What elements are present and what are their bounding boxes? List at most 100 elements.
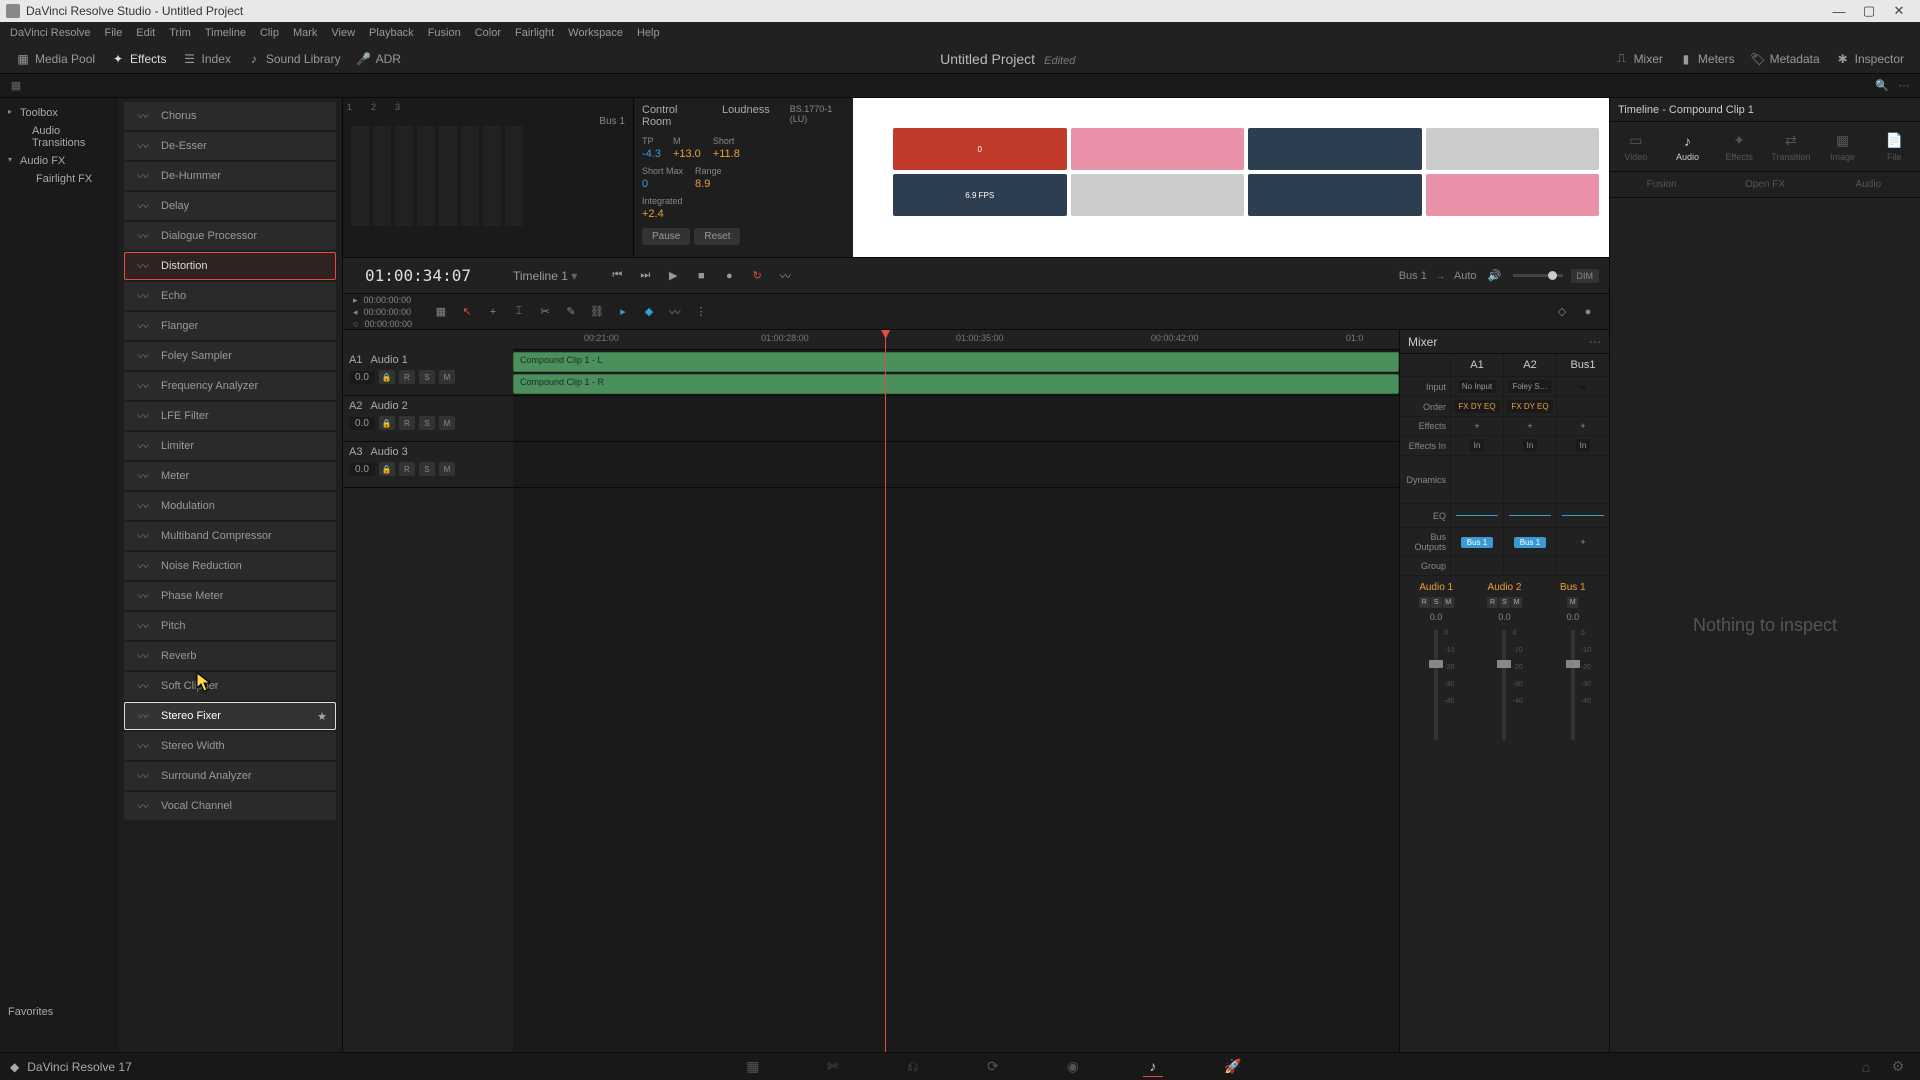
fx-item-foley-sampler[interactable]: 〰Foley Sampler [124, 342, 336, 370]
record-arm-button[interactable]: R [399, 370, 415, 384]
mixer-cell[interactable]: In [1556, 436, 1609, 456]
fx-item-echo[interactable]: 〰Echo [124, 282, 336, 310]
prev-button[interactable]: ⏮ [607, 266, 627, 286]
mixer-cell[interactable] [1556, 377, 1609, 397]
mixer-channel-header[interactable]: Bus1 [1556, 354, 1609, 377]
fader-1[interactable]: Audio 1RSM0.00-10-20-30-40 [1402, 582, 1470, 740]
marker-blue-icon[interactable]: ◆ [638, 301, 660, 323]
pause-button[interactable]: Pause [642, 228, 690, 245]
track-header-a1[interactable]: A1Audio 10.0🔒RSM [343, 350, 513, 396]
mixer-cell[interactable] [1450, 504, 1503, 528]
menu-edit[interactable]: Edit [136, 27, 155, 39]
lock-icon[interactable]: 🔒 [379, 462, 395, 476]
lock-icon[interactable]: 🔒 [379, 370, 395, 384]
waveform-icon[interactable]: 〰 [664, 301, 686, 323]
fx-item-limiter[interactable]: 〰Limiter [124, 432, 336, 460]
color-page-icon[interactable]: ◉ [1063, 1057, 1083, 1077]
inspector-toggle[interactable]: ✱Inspector [1828, 48, 1912, 70]
menu-trim[interactable]: Trim [169, 27, 191, 39]
favorites-label[interactable]: Favorites [8, 1006, 53, 1018]
snap-icon[interactable]: ⋮ [690, 301, 712, 323]
mixer-cell[interactable] [1556, 456, 1609, 504]
maximize-button[interactable]: ▢ [1854, 2, 1884, 20]
fusion-page-icon[interactable]: ⟳ [983, 1057, 1003, 1077]
fader-3[interactable]: Bus 1M0.00-10-20-30-40 [1539, 582, 1607, 740]
mixer-cell[interactable] [1450, 456, 1503, 504]
menu-playback[interactable]: Playback [369, 27, 414, 39]
close-button[interactable]: ✕ [1884, 2, 1914, 20]
track-lane-1[interactable]: Compound Clip 1 - L Compound Clip 1 - R [513, 350, 1399, 396]
fader-slider[interactable]: 0-10-20-30-40 [1502, 630, 1506, 740]
monitor-bus[interactable]: Bus 1 [1399, 270, 1427, 282]
fx-item-pitch[interactable]: 〰Pitch [124, 612, 336, 640]
mediapool-toggle[interactable]: ▦Media Pool [8, 48, 103, 70]
menu-workspace[interactable]: Workspace [568, 27, 623, 39]
fx-item-soft-clipper[interactable]: 〰Soft Clipper [124, 672, 336, 700]
menu-mark[interactable]: Mark [293, 27, 317, 39]
fader-slider[interactable]: 0-10-20-30-40 [1434, 630, 1438, 740]
mixer-toggle[interactable]: ⎍Mixer [1607, 48, 1671, 70]
fx-item-vocal-channel[interactable]: 〰Vocal Channel [124, 792, 336, 820]
flag-blue-icon[interactable]: ▸ [612, 301, 634, 323]
solo-button[interactable]: S [419, 416, 435, 430]
mixer-cell[interactable] [1556, 557, 1609, 576]
lock-icon[interactable]: 🔒 [379, 416, 395, 430]
solo-button[interactable]: S [419, 370, 435, 384]
menu-resolve[interactable]: DaVinci Resolve [10, 27, 91, 39]
mixer-cell[interactable]: + [1556, 528, 1609, 557]
playhead[interactable] [885, 330, 886, 1052]
track-lane-2[interactable] [513, 396, 1399, 442]
fx-item-frequency-analyzer[interactable]: 〰Frequency Analyzer [124, 372, 336, 400]
mixer-channel-header[interactable]: A1 [1450, 354, 1503, 377]
timecode[interactable]: 01:00:34:07 [353, 266, 483, 285]
fx-item-chorus[interactable]: 〰Chorus [124, 102, 336, 130]
mixer-cell[interactable] [1503, 504, 1556, 528]
inspector-subtab-audio[interactable]: Audio [1817, 172, 1920, 197]
track-lane-3[interactable] [513, 442, 1399, 488]
fx-item-meter[interactable]: 〰Meter [124, 462, 336, 490]
selection-tool-icon[interactable]: ↖ [456, 301, 478, 323]
inspector-tab-audio[interactable]: ♪Audio [1662, 122, 1714, 171]
monitor-auto[interactable]: Auto [1454, 270, 1477, 282]
razor-tool-icon[interactable]: ✂ [534, 301, 556, 323]
loop-button[interactable]: ↻ [747, 266, 767, 286]
speaker-icon[interactable]: 🔊 [1485, 266, 1505, 286]
inspector-tab-image[interactable]: ▦Image [1817, 122, 1869, 171]
range-tool-icon[interactable]: ⌶ [508, 301, 530, 323]
soundlib-toggle[interactable]: ♪Sound Library [239, 48, 349, 70]
zoom-slider-icon[interactable]: ● [1577, 301, 1599, 323]
media-page-icon[interactable]: ▦ [743, 1057, 763, 1077]
fx-item-phase-meter[interactable]: 〰Phase Meter [124, 582, 336, 610]
fx-item-dialogue-processor[interactable]: 〰Dialogue Processor [124, 222, 336, 250]
mixer-options-icon[interactable]: ⋯ [1589, 335, 1601, 349]
next-button[interactable]: ⏭ [635, 266, 655, 286]
timeline-selector[interactable]: Timeline 1 ▾ [513, 269, 577, 283]
add-marker-icon[interactable]: + [482, 301, 504, 323]
menu-fairlight[interactable]: Fairlight [515, 27, 554, 39]
record-arm-button[interactable]: R [399, 462, 415, 476]
fader-2[interactable]: Audio 2RSM0.00-10-20-30-40 [1470, 582, 1538, 740]
metadata-toggle[interactable]: 🏷Metadata [1743, 48, 1828, 70]
index-toggle[interactable]: ☰Index [175, 48, 239, 70]
home-icon[interactable]: ⌂ [1856, 1057, 1876, 1077]
menu-file[interactable]: File [105, 27, 123, 39]
mixer-cell[interactable]: No Input [1450, 377, 1503, 397]
mixer-cell[interactable]: FX DY EQ [1450, 397, 1503, 417]
mixer-cell[interactable] [1556, 397, 1609, 417]
mixer-channel-header[interactable]: A2 [1503, 354, 1556, 377]
audio-clip[interactable]: Compound Clip 1 - L [513, 352, 1399, 372]
zoom-fit-icon[interactable]: ◇ [1551, 301, 1573, 323]
fairlight-page-icon[interactable]: ♪ [1143, 1057, 1163, 1077]
menu-view[interactable]: View [331, 27, 355, 39]
inspector-tab-transition[interactable]: ⇄Transition [1765, 122, 1817, 171]
menu-color[interactable]: Color [475, 27, 501, 39]
audio-clip[interactable]: Compound Clip 1 - R [513, 374, 1399, 394]
list-view-icon[interactable]: ▦ [8, 78, 24, 94]
fx-item-distortion[interactable]: 〰Distortion [124, 252, 336, 280]
chain-tool-icon[interactable]: ⛓ [586, 301, 608, 323]
mixer-cell[interactable]: In [1450, 436, 1503, 456]
record-button[interactable]: ● [719, 266, 739, 286]
mixer-cell[interactable] [1556, 504, 1609, 528]
timeline-view-icon[interactable]: ▦ [430, 301, 452, 323]
inspector-tab-file[interactable]: 📄File [1868, 122, 1920, 171]
